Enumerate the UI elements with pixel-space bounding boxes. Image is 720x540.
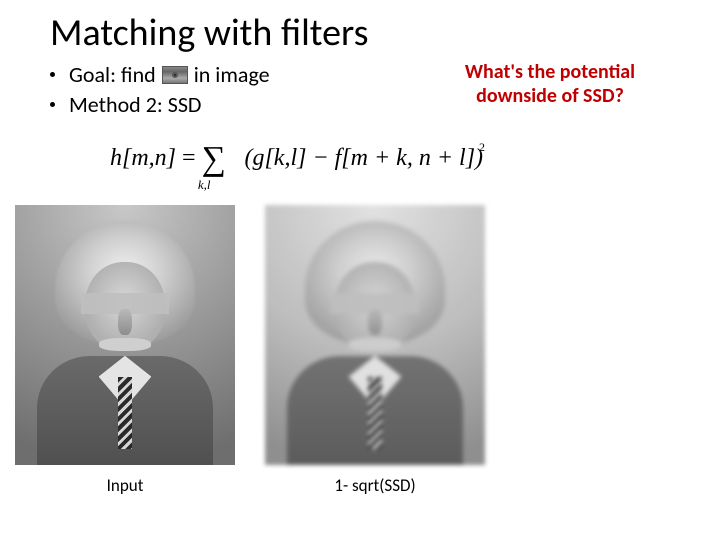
bullet-dot-icon — [50, 72, 55, 77]
method-text: Method 2: SSD — [69, 90, 201, 120]
ssd-equation: h[m,n] = ∑k,l (g[k,l] − f[m + k, n + l])… — [110, 140, 485, 178]
goal-prefix-text: Goal: find — [69, 60, 156, 90]
template-patch-icon — [162, 66, 188, 84]
bullet-goal: Goal: find in image — [50, 60, 270, 90]
result-caption: 1- sqrt(SSD) — [334, 475, 415, 496]
result-image-column: 1- sqrt(SSD) — [265, 205, 485, 496]
eq-lhs: h[m,n] — [110, 145, 176, 171]
ssd-result-image — [265, 205, 485, 465]
slide-title: Matching with filters — [50, 10, 369, 56]
bullet-list: Goal: find in image Method 2: SSD — [50, 60, 270, 119]
callout-line2: downside of SSD? — [440, 84, 660, 108]
eq-sum-sub: k,l — [198, 177, 211, 192]
input-image-column: Input — [15, 205, 235, 496]
goal-suffix-text: in image — [194, 60, 270, 90]
slide-root: Matching with filters Goal: find in imag… — [0, 0, 720, 540]
ssd-downside-callout: What's the potential downside of SSD? — [440, 60, 660, 108]
bullet-dot-icon — [50, 102, 55, 107]
input-caption: Input — [107, 475, 144, 496]
eq-equals: = — [182, 145, 196, 171]
eq-sum-symbol: ∑ — [202, 140, 226, 177]
bullet-method: Method 2: SSD — [50, 90, 270, 120]
image-row: Input 1- sqrt(SSD) — [15, 205, 485, 496]
input-image — [15, 205, 235, 465]
callout-line1: What's the potential — [440, 60, 660, 84]
eq-body: (g[k,l] − f[m + k, n + l]) — [244, 145, 483, 171]
eq-power: 2 — [479, 140, 485, 154]
